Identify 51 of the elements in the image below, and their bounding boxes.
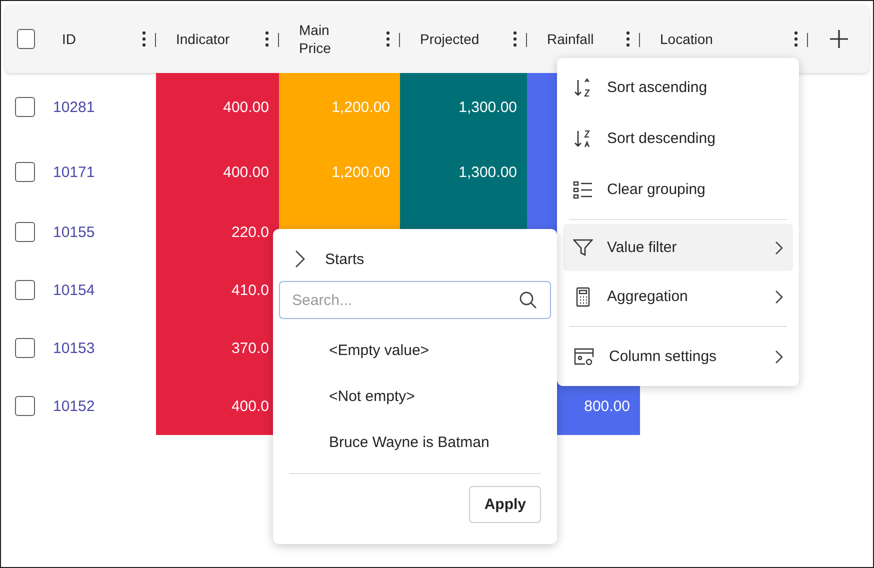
table-cell: 220.0 bbox=[156, 203, 279, 261]
chevron-right-icon bbox=[293, 250, 307, 268]
id-link[interactable]: 10155 bbox=[53, 224, 95, 240]
condition-toggle[interactable]: Starts bbox=[279, 237, 551, 281]
more-icon[interactable] bbox=[513, 31, 517, 47]
column-header[interactable]: Rainfall bbox=[547, 30, 594, 48]
checkbox[interactable] bbox=[15, 222, 35, 242]
more-icon[interactable] bbox=[265, 31, 269, 47]
checkbox[interactable] bbox=[15, 280, 35, 300]
table-cell: 1,300.00 bbox=[400, 73, 527, 141]
table-cell: 1,200.00 bbox=[279, 141, 400, 203]
table-cell: 400.00 bbox=[156, 73, 279, 141]
sort-descending-icon bbox=[573, 128, 593, 148]
checkbox[interactable] bbox=[15, 97, 35, 117]
menu-item[interactable]: Sort descending bbox=[563, 113, 793, 164]
chevron-right-icon bbox=[775, 290, 783, 304]
chevron-right-icon bbox=[775, 350, 783, 364]
checkbox[interactable] bbox=[15, 396, 35, 416]
more-icon[interactable] bbox=[386, 31, 390, 47]
table-cell: 400.00 bbox=[156, 141, 279, 203]
checkbox[interactable] bbox=[17, 29, 35, 49]
checkbox[interactable] bbox=[15, 162, 35, 182]
chevron-right-icon bbox=[775, 240, 783, 254]
more-icon[interactable] bbox=[794, 31, 798, 47]
search-icon bbox=[519, 291, 537, 309]
id-link[interactable]: 10281 bbox=[53, 98, 95, 116]
column-header[interactable]: ID bbox=[62, 30, 76, 48]
filter-option[interactable]: <Empty value> bbox=[279, 327, 551, 373]
id-link[interactable]: 10152 bbox=[53, 398, 95, 414]
more-icon[interactable] bbox=[626, 31, 630, 47]
id-link[interactable]: 10153 bbox=[53, 340, 95, 356]
list-icon bbox=[573, 180, 593, 200]
checkbox[interactable] bbox=[15, 338, 35, 358]
menu-item[interactable]: Aggregation bbox=[563, 271, 793, 322]
menu-item[interactable]: Clear grouping bbox=[563, 164, 793, 215]
settings-icon bbox=[573, 346, 595, 366]
more-icon[interactable] bbox=[142, 31, 146, 47]
sort-ascending-icon bbox=[573, 78, 593, 98]
filter-icon bbox=[573, 238, 593, 258]
column-header[interactable]: Projected bbox=[420, 30, 480, 48]
column-header[interactable]: Main Price bbox=[299, 20, 331, 58]
id-link[interactable]: 10154 bbox=[53, 282, 95, 298]
table-cell: 1,200.00 bbox=[279, 73, 400, 141]
search-field[interactable]: Search... bbox=[279, 281, 551, 319]
apply-button[interactable]: Apply bbox=[469, 486, 541, 523]
column-header[interactable]: Indicator bbox=[176, 30, 230, 48]
menu-item[interactable]: Sort ascending bbox=[563, 62, 793, 113]
id-link[interactable]: 10171 bbox=[53, 164, 95, 180]
table-cell: 1,300.00 bbox=[400, 141, 527, 203]
plus-icon[interactable] bbox=[828, 29, 848, 49]
column-header[interactable]: Location bbox=[660, 30, 713, 48]
